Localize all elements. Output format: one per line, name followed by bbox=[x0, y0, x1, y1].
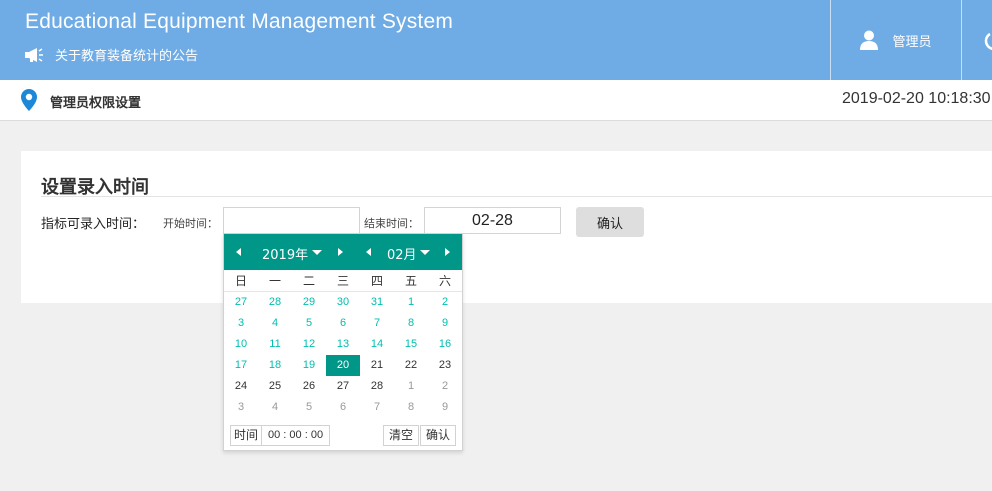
day-cell[interactable]: 6 bbox=[326, 397, 360, 418]
power-icon bbox=[984, 32, 992, 50]
user-name: 管理员 bbox=[892, 34, 932, 50]
prev-year-icon[interactable] bbox=[236, 248, 241, 256]
notice-text: 关于教育装备统计的公告 bbox=[55, 49, 199, 64]
date-picker-footer: 时间 00 : 00 : 00 清空 确认 bbox=[224, 421, 462, 451]
clear-button[interactable]: 清空 bbox=[383, 425, 420, 446]
day-cell[interactable]: 10 bbox=[224, 334, 258, 355]
day-cell[interactable]: 2 bbox=[428, 376, 462, 397]
megaphone-icon bbox=[25, 47, 43, 62]
weekday-label: 三 bbox=[336, 274, 349, 288]
start-time-label: 开始时间： bbox=[163, 217, 218, 230]
weekday-label: 日 bbox=[234, 274, 247, 288]
user-menu[interactable]: 管理员 bbox=[831, 0, 961, 80]
week-row: 3456789 bbox=[224, 397, 462, 418]
day-grid: 27 28 29 30 31 1 2 3 4 5 6 7 8 9 10 11 12 13 14 15 16 17 18 19 2… bbox=[224, 292, 462, 418]
time-value[interactable]: 00 : 00 : 00 bbox=[262, 426, 329, 445]
day-cell[interactable]: 3 bbox=[224, 397, 258, 418]
day-cell[interactable]: 9 bbox=[428, 313, 462, 334]
settings-card: 设置录入时间 指标可录入时间： 开始时间： 结束时间： 02-28 确认 bbox=[21, 151, 992, 303]
time-label: 时间 bbox=[231, 426, 263, 445]
day-cell[interactable]: 8 bbox=[394, 397, 428, 418]
end-time-label: 结束时间： bbox=[364, 217, 419, 230]
day-cell[interactable]: 5 bbox=[292, 397, 326, 418]
logout-button[interactable] bbox=[962, 0, 992, 80]
week-row: 10 11 12 13 14 15 16 bbox=[224, 334, 462, 355]
day-cell[interactable]: 16 bbox=[428, 334, 462, 355]
day-cell[interactable]: 19 bbox=[292, 355, 326, 376]
app-title: Educational Equipment Management System bbox=[25, 10, 454, 33]
chevron-down-icon[interactable] bbox=[312, 250, 322, 255]
next-month-icon[interactable] bbox=[445, 248, 450, 256]
week-row: 24 25 26 27 28 1 2 bbox=[224, 376, 462, 397]
prev-month-icon[interactable] bbox=[366, 248, 371, 256]
week-row: 17 18 19 20 21 22 23 bbox=[224, 355, 462, 376]
confirm-button[interactable]: 确认 bbox=[576, 207, 644, 237]
picker-confirm-button[interactable]: 确认 bbox=[420, 425, 457, 446]
day-cell[interactable]: 1 bbox=[394, 376, 428, 397]
day-cell[interactable]: 28 bbox=[258, 292, 292, 313]
app-header: Educational Equipment Management System … bbox=[0, 0, 992, 80]
day-cell[interactable]: 3 bbox=[224, 313, 258, 334]
month-selector[interactable]: 02月 bbox=[387, 244, 417, 263]
day-cell[interactable]: 8 bbox=[394, 313, 428, 334]
location-pin-icon bbox=[21, 89, 37, 111]
weekday-label: 六 bbox=[438, 274, 451, 288]
weekday-label: 四 bbox=[370, 274, 383, 288]
weekday-row: 日一二三四五六 bbox=[224, 270, 462, 292]
entry-time-label: 指标可录入时间： bbox=[41, 217, 146, 232]
day-cell[interactable]: 31 bbox=[360, 292, 394, 313]
chevron-down-icon[interactable] bbox=[420, 250, 430, 255]
breadcrumb: 管理员权限设置 2019-02-20 10:18:30 bbox=[0, 80, 992, 121]
day-cell[interactable]: 4 bbox=[258, 313, 292, 334]
day-cell[interactable]: 1 bbox=[394, 292, 428, 313]
day-cell[interactable]: 28 bbox=[360, 376, 394, 397]
day-cell[interactable]: 5 bbox=[292, 313, 326, 334]
day-cell[interactable]: 17 bbox=[224, 355, 258, 376]
week-row: 27 28 29 30 31 1 2 bbox=[224, 292, 462, 313]
day-cell[interactable]: 12 bbox=[292, 334, 326, 355]
day-cell[interactable]: 4 bbox=[258, 397, 292, 418]
time-picker[interactable]: 时间 00 : 00 : 00 bbox=[230, 425, 331, 446]
day-cell[interactable]: 2 bbox=[428, 292, 462, 313]
day-cell[interactable]: 26 bbox=[292, 376, 326, 397]
day-cell[interactable]: 22 bbox=[394, 355, 428, 376]
day-cell[interactable]: 27 bbox=[224, 292, 258, 313]
day-cell[interactable]: 29 bbox=[292, 292, 326, 313]
day-cell-selected[interactable]: 20 bbox=[326, 355, 360, 376]
day-cell[interactable]: 18 bbox=[258, 355, 292, 376]
weekday-label: 二 bbox=[302, 274, 315, 288]
weekday-label: 一 bbox=[268, 274, 281, 288]
day-cell[interactable]: 7 bbox=[360, 397, 394, 418]
current-datetime: 2019-02-20 10:18:30 bbox=[842, 90, 991, 107]
day-cell[interactable]: 21 bbox=[360, 355, 394, 376]
day-cell[interactable]: 6 bbox=[326, 313, 360, 334]
date-picker-header: 2019年 02月 bbox=[224, 234, 462, 270]
day-cell[interactable]: 25 bbox=[258, 376, 292, 397]
week-row: 3456789 bbox=[224, 313, 462, 334]
date-picker: 2019年 02月 日一二三四五六 27 28 29 30 31 1 2 3 4 5 6 7 8 9 10 1… bbox=[223, 233, 463, 451]
day-cell[interactable]: 9 bbox=[428, 397, 462, 418]
day-cell[interactable]: 14 bbox=[360, 334, 394, 355]
divider bbox=[41, 196, 992, 197]
day-cell[interactable]: 7 bbox=[360, 313, 394, 334]
start-time-input[interactable] bbox=[223, 207, 360, 234]
end-time-input[interactable]: 02-28 bbox=[424, 207, 561, 234]
user-icon bbox=[860, 30, 879, 50]
day-cell[interactable]: 27 bbox=[326, 376, 360, 397]
next-year-icon[interactable] bbox=[338, 248, 343, 256]
page-title: 管理员权限设置 bbox=[50, 96, 142, 111]
day-cell[interactable]: 11 bbox=[258, 334, 292, 355]
day-cell[interactable]: 30 bbox=[326, 292, 360, 313]
day-cell[interactable]: 24 bbox=[224, 376, 258, 397]
weekday-label: 五 bbox=[404, 274, 417, 288]
notice-link[interactable]: 关于教育装备统计的公告 bbox=[25, 45, 198, 64]
day-cell[interactable]: 23 bbox=[428, 355, 462, 376]
day-cell[interactable]: 15 bbox=[394, 334, 428, 355]
year-selector[interactable]: 2019年 bbox=[262, 244, 308, 263]
day-cell[interactable]: 13 bbox=[326, 334, 360, 355]
